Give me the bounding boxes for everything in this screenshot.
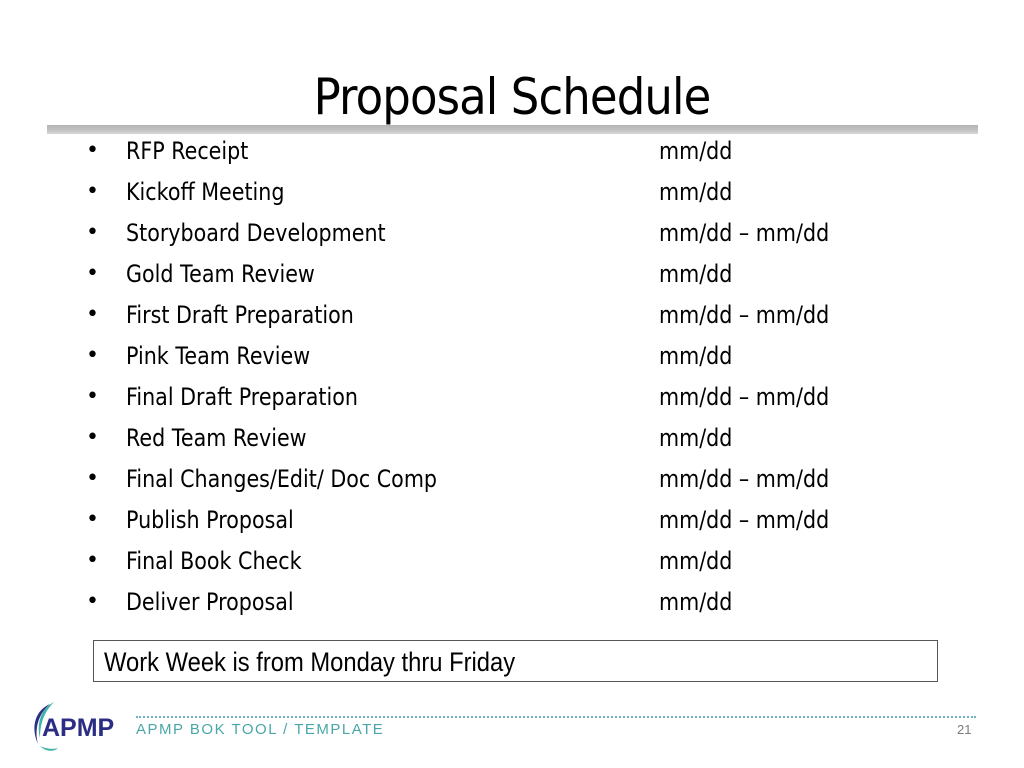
task-date: mm/dd [659,588,733,616]
work-week-note-text: Work Week is from Monday thru Friday [104,647,516,677]
bullet-icon: • [86,425,99,450]
schedule-item: • First Draft Preparation mm/dd – mm/dd [0,299,1024,340]
footer-template-label: APMP BOK TOOL / TEMPLATE [136,721,385,738]
task-date: mm/dd [659,137,733,165]
schedule-item: • RFP Receipt mm/dd [0,135,1024,176]
bullet-icon: • [86,220,99,245]
task-date: mm/dd [659,424,733,452]
schedule-item: • Pink Team Review mm/dd [0,340,1024,381]
logo-text: APMP [42,714,114,742]
schedule-item: • Final Changes/Edit/ Doc Comp mm/dd – m… [0,463,1024,504]
bullet-icon: • [86,466,99,491]
schedule-item: • Gold Team Review mm/dd [0,258,1024,299]
task-date: mm/dd – mm/dd [659,506,830,534]
bullet-icon: • [86,138,99,163]
task-date: mm/dd – mm/dd [659,301,830,329]
task-date: mm/dd [659,547,733,575]
task-label: First Draft Preparation [126,301,354,329]
task-label: Deliver Proposal [126,588,294,616]
task-label: Final Book Check [126,547,302,575]
task-label: Red Team Review [126,424,307,452]
bullet-icon: • [86,261,99,286]
bullet-icon: • [86,548,99,573]
title-divider [47,125,978,134]
task-date: mm/dd – mm/dd [659,465,830,493]
footer-divider [136,716,976,718]
schedule-item: • Kickoff Meeting mm/dd [0,176,1024,217]
task-label: Gold Team Review [126,260,315,288]
task-date: mm/dd [659,260,733,288]
task-label: Storyboard Development [126,219,386,247]
page-number: 21 [957,722,972,737]
schedule-item: • Red Team Review mm/dd [0,422,1024,463]
bullet-icon: • [86,343,99,368]
task-label: RFP Receipt [126,137,249,165]
task-label: Final Changes/Edit/ Doc Comp [126,465,438,493]
apmp-logo: APMP [34,702,114,751]
task-date: mm/dd [659,342,733,370]
slide-title: Proposal Schedule [313,68,712,126]
bullet-icon: • [86,589,99,614]
bullet-icon: • [86,384,99,409]
schedule-item: • Deliver Proposal mm/dd [0,586,1024,627]
task-date: mm/dd [659,178,733,206]
task-date: mm/dd – mm/dd [659,219,830,247]
schedule-item: • Final Book Check mm/dd [0,545,1024,586]
bullet-icon: • [86,507,99,532]
task-label: Final Draft Preparation [126,383,358,411]
bullet-icon: • [86,179,99,204]
task-date: mm/dd – mm/dd [659,383,830,411]
schedule-item: • Storyboard Development mm/dd – mm/dd [0,217,1024,258]
bullet-icon: • [86,302,99,327]
task-label: Pink Team Review [126,342,311,370]
work-week-note: Work Week is from Monday thru Friday [93,640,938,682]
task-label: Kickoff Meeting [126,178,285,206]
task-label: Publish Proposal [126,506,294,534]
schedule-item: • Publish Proposal mm/dd – mm/dd [0,504,1024,545]
schedule-item: • Final Draft Preparation mm/dd – mm/dd [0,381,1024,422]
